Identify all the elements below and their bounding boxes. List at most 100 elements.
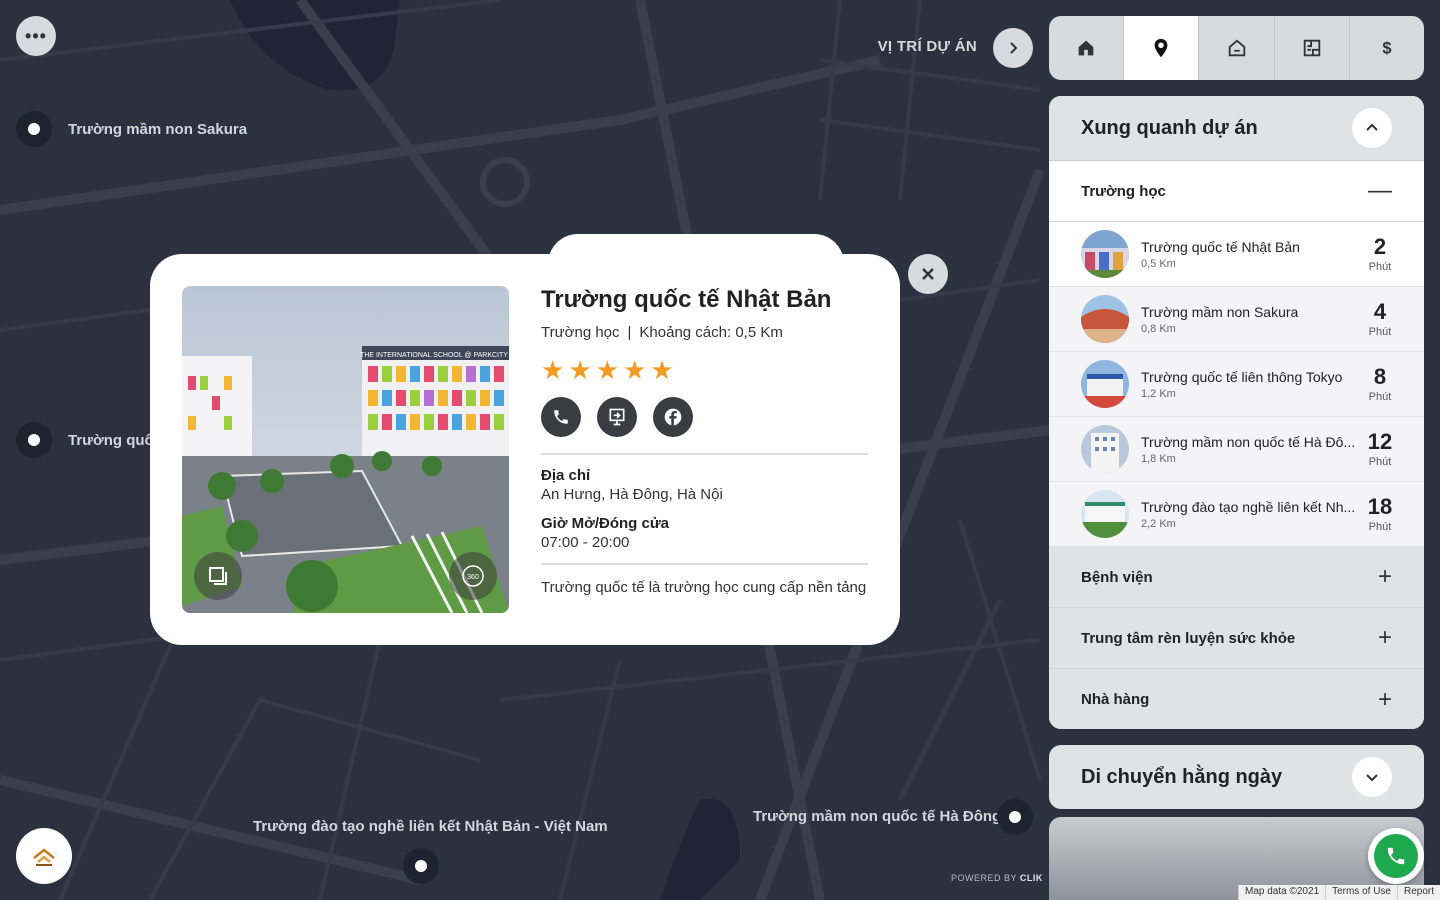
section-label: Trường học bbox=[1081, 182, 1166, 200]
place-thumbnail bbox=[1081, 295, 1129, 343]
place-distance: 0,5 Km bbox=[1141, 257, 1176, 270]
place-row[interactable]: Trường mầm non quốc tế Hà Đô... 1,8 Km 1… bbox=[1049, 417, 1424, 482]
map-data-text: Map data ©2021 bbox=[1237, 885, 1326, 900]
place-thumbnail bbox=[1081, 490, 1129, 538]
website-button[interactable] bbox=[597, 397, 637, 437]
place-detail-body: Trường quốc tế Nhật Bản Trường học | Kho… bbox=[541, 286, 868, 613]
place-distance-detail: Khoảng cách: 0,5 Km bbox=[639, 324, 783, 341]
map-dot[interactable] bbox=[16, 422, 52, 458]
place-row[interactable]: Trường mầm non Sakura 0,8 Km 4 Phút bbox=[1049, 287, 1424, 352]
place-title: Trường quốc tế Nhật Bản bbox=[541, 286, 832, 313]
facebook-icon bbox=[664, 408, 682, 426]
view-360-button[interactable]: 360 bbox=[449, 552, 497, 600]
map-attribution: Map data ©2021 Terms of Use Report bbox=[1237, 885, 1440, 900]
close-popup-button[interactable] bbox=[908, 254, 948, 294]
map-pin-label: Trường đào tạo nghề liên kết Nhật Bản - … bbox=[253, 818, 608, 835]
chevron-up-icon bbox=[1366, 123, 1378, 131]
place-unit: Phút bbox=[1368, 390, 1392, 403]
tab-location[interactable] bbox=[1124, 16, 1200, 80]
section-hospitals[interactable]: Bệnh viện + bbox=[1049, 547, 1424, 608]
hours-value: 07:00 - 20:00 bbox=[541, 534, 630, 551]
place-distance: 1,2 Km bbox=[1141, 387, 1176, 400]
daily-commute-panel[interactable]: Di chuyển hằng ngày bbox=[1049, 745, 1424, 809]
more-menu-button[interactable]: ••• bbox=[16, 16, 56, 56]
house-icon bbox=[1228, 39, 1245, 57]
place-name: Trường mầm non quốc tế Hà Đô... bbox=[1141, 433, 1356, 450]
daily-commute-title: Di chuyển hằng ngày bbox=[1081, 765, 1283, 788]
dollar-icon: $ bbox=[1382, 40, 1391, 58]
tab-house[interactable] bbox=[1199, 16, 1275, 80]
brand-logo-button[interactable] bbox=[16, 828, 72, 884]
plus-icon: + bbox=[1377, 685, 1392, 713]
home-icon bbox=[1078, 40, 1094, 56]
map-pin-sakura[interactable]: Trường mầm non Sakura bbox=[16, 111, 247, 147]
section-restaurants[interactable]: Nhà hàng + bbox=[1049, 669, 1424, 729]
map-pin-quoc-te[interactable]: Trường quốc bbox=[16, 422, 162, 458]
star-icon: ★ bbox=[568, 355, 592, 385]
place-distance: 1,8 Km bbox=[1141, 452, 1176, 465]
place-row[interactable]: Trường đào tạo nghề liên kết Nh... 2,2 K… bbox=[1049, 482, 1424, 547]
map-dot[interactable] bbox=[403, 848, 439, 884]
facebook-button[interactable] bbox=[653, 397, 693, 437]
photo-sign: THE INTERNATIONAL SCHOOL @ PARKCITY bbox=[360, 352, 508, 359]
place-name: Trường quốc tế liên thông Tokyo bbox=[1141, 368, 1343, 385]
place-detail-popup: THE INTERNATIONAL SCHOOL @ PARKCITY 360 bbox=[150, 254, 900, 645]
powered-by: POWERED BY CLIK bbox=[951, 873, 1043, 883]
map-dot[interactable] bbox=[16, 111, 52, 147]
svg-text:360: 360 bbox=[467, 574, 479, 581]
place-minutes: 4 bbox=[1373, 298, 1387, 324]
place-distance: 2,2 Km bbox=[1141, 517, 1176, 530]
divider bbox=[541, 453, 868, 455]
view-360-icon: 360 bbox=[462, 565, 484, 587]
address-label: Địa chỉ bbox=[541, 467, 591, 484]
collapse-button[interactable] bbox=[1352, 108, 1392, 148]
location-title: VỊ TRÍ DỰ ÁN bbox=[877, 38, 977, 55]
place-description: Trường quốc tế là trường học cung cấp nề… bbox=[541, 579, 867, 596]
section-fitness[interactable]: Trung tâm rèn luyện sức khỏe + bbox=[1049, 608, 1424, 669]
chevron-down-icon bbox=[1366, 774, 1378, 782]
separator: | bbox=[627, 324, 632, 341]
place-minutes: 8 bbox=[1373, 363, 1387, 389]
gallery-icon bbox=[209, 567, 227, 585]
star-icon: ★ bbox=[541, 355, 565, 385]
top-nav-tabs: $ bbox=[1049, 16, 1424, 80]
presentation-icon bbox=[609, 408, 625, 426]
place-unit: Phút bbox=[1368, 520, 1392, 533]
place-row[interactable]: Trường quốc tế Nhật Bản 0,5 Km 2 Phút bbox=[1049, 222, 1424, 287]
gallery-button[interactable] bbox=[194, 552, 242, 600]
divider bbox=[541, 563, 868, 565]
tab-home[interactable] bbox=[1049, 16, 1125, 80]
report-link[interactable]: Report bbox=[1396, 885, 1440, 900]
place-distance: 0,8 Km bbox=[1141, 322, 1176, 335]
map-pin-label: Trường quốc bbox=[68, 431, 163, 449]
brand-logo-icon bbox=[33, 848, 55, 866]
place-minutes: 12 bbox=[1367, 428, 1393, 454]
place-minutes: 18 bbox=[1367, 493, 1393, 519]
call-button[interactable] bbox=[1368, 828, 1424, 884]
tab-floorplan[interactable] bbox=[1275, 16, 1350, 80]
section-label: Bệnh viện bbox=[1081, 568, 1153, 586]
place-row[interactable]: Trường quốc tế liên thông Tokyo 1,2 Km 8… bbox=[1049, 352, 1424, 417]
nearby-panel-header[interactable]: Xung quanh dự án bbox=[1049, 96, 1424, 161]
map-dot[interactable] bbox=[997, 799, 1033, 835]
phone-button[interactable] bbox=[541, 397, 581, 437]
svg-text:$: $ bbox=[1382, 40, 1391, 58]
plus-icon: + bbox=[1377, 624, 1392, 651]
terms-link[interactable]: Terms of Use bbox=[1325, 885, 1397, 900]
expand-button[interactable] bbox=[1352, 757, 1392, 797]
place-thumbnail bbox=[1081, 230, 1129, 278]
place-thumbnail bbox=[1081, 360, 1129, 408]
hours-label: Giờ Mở/Đóng cửa bbox=[541, 515, 670, 532]
place-unit: Phút bbox=[1368, 325, 1392, 338]
place-unit: Phút bbox=[1368, 455, 1392, 468]
section-schools[interactable]: Trường học — bbox=[1049, 161, 1424, 222]
place-name: Trường quốc tế Nhật Bản bbox=[1141, 238, 1300, 255]
location-pin-icon bbox=[1154, 38, 1168, 58]
place-photo[interactable]: THE INTERNATIONAL SCHOOL @ PARKCITY 360 bbox=[182, 286, 509, 613]
map-pin-label: Trường mầm non Sakura bbox=[68, 120, 248, 138]
location-next-button[interactable] bbox=[993, 28, 1033, 68]
star-icon: ★ bbox=[650, 355, 674, 385]
place-name: Trường đào tạo nghề liên kết Nh... bbox=[1141, 498, 1356, 515]
section-label: Trung tâm rèn luyện sức khỏe bbox=[1081, 629, 1296, 647]
tab-price[interactable]: $ bbox=[1350, 16, 1424, 80]
